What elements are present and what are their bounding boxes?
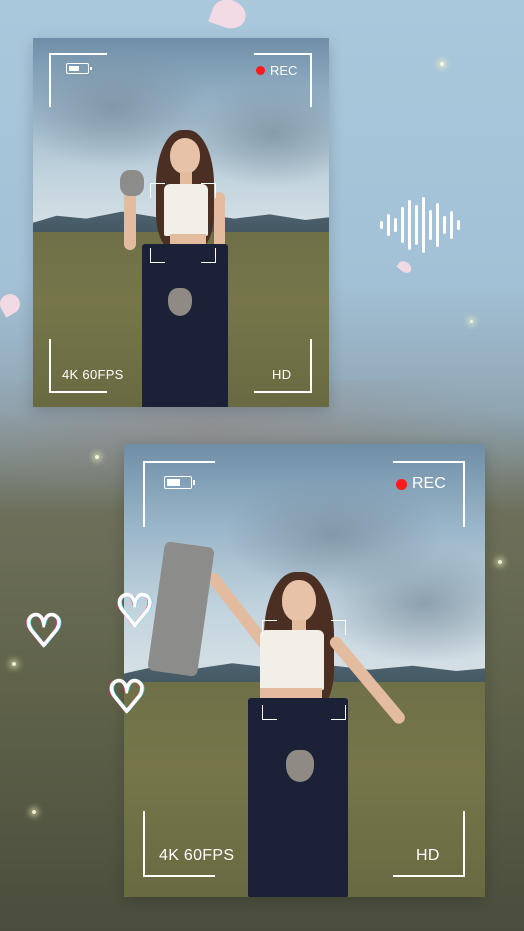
sparkle-icon <box>12 662 16 666</box>
flower-petal-icon <box>396 258 414 276</box>
rec-label: REC <box>270 63 298 78</box>
format-label: 4K 60FPS <box>159 847 235 864</box>
sparkle-icon <box>95 455 99 459</box>
rec-indicator: REC <box>256 63 297 78</box>
person-figure <box>120 128 238 407</box>
bottom-photo: REC 4K 60FPS HD <box>124 444 485 897</box>
focus-frame <box>150 183 216 263</box>
sparkle-icon <box>32 810 36 814</box>
rec-label: REC <box>412 475 446 492</box>
rec-indicator: REC <box>396 475 446 493</box>
flower-petal-icon <box>208 0 250 33</box>
sparkle-icon <box>498 560 502 564</box>
quality-label: HD <box>416 847 440 864</box>
record-dot-icon <box>396 478 407 490</box>
flower-petal-icon <box>0 290 24 318</box>
heart-icon: ♡ <box>23 606 65 657</box>
sparkle-icon <box>440 62 444 66</box>
focus-frame <box>262 620 346 720</box>
format-label: 4K 60FPS <box>62 367 124 382</box>
battery-icon <box>164 476 195 489</box>
quality-label: HD <box>272 367 292 382</box>
heart-icon: ♡ <box>106 672 148 723</box>
battery-icon <box>66 63 92 74</box>
sparkle-icon <box>470 320 473 323</box>
record-dot-icon <box>256 66 265 75</box>
heart-icon: ♡ <box>114 586 156 637</box>
sound-wave-icon <box>380 196 460 254</box>
top-photo: REC 4K 60FPS HD <box>33 38 329 407</box>
